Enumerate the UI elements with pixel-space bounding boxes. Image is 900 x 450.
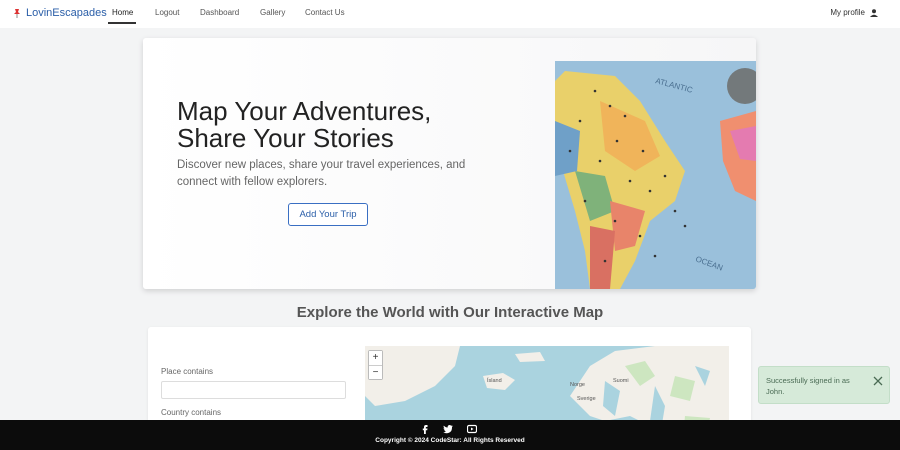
map-label-sweden: Sverige [577,396,596,402]
active-nav-indicator [108,22,136,24]
map-section-title: Explore the World with Our Interactive M… [296,304,604,321]
place-filter-input[interactable] [161,381,346,399]
pushpin-icon [14,9,20,18]
place-filter-label: Place contains [161,367,214,376]
nav-link-contact-us[interactable]: Contact Us [305,8,345,17]
footer: Copyright © 2024 CodeStar: All Rights Re… [0,420,900,450]
hero-title-line-1: Map Your Adventures, [177,96,432,126]
map-label-finland: Suomi [613,378,629,384]
copyright-text: Copyright © 2024 CodeStar: All Rights Re… [375,437,525,444]
add-your-trip-button[interactable]: Add Your Trip [288,203,368,226]
user-icon [870,8,878,17]
close-icon [873,376,883,386]
map-label-iceland: Ísland [487,378,502,384]
zoom-control: + − [368,350,383,380]
nav-link-logout[interactable]: Logout [155,8,179,17]
brand-logo[interactable]: LovinEscapades [12,7,107,19]
country-filter-label: Country contains [161,408,222,417]
toast-close-button[interactable] [873,374,883,386]
brand-name: LovinEscapades [26,7,107,19]
youtube-icon[interactable] [467,424,477,434]
nav-link-dashboard[interactable]: Dashboard [200,8,239,17]
navbar: LovinEscapades Home Logout Dashboard Gal… [0,0,900,28]
map-label-norway: Norge [570,382,585,388]
nav-link-home[interactable]: Home [112,8,133,17]
twitter-icon[interactable] [443,424,453,434]
hero-subtitle: Discover new places, share your travel e… [177,159,466,188]
nav-link-gallery[interactable]: Gallery [260,8,285,17]
toast-message: Successfully signed in as John. [766,376,850,396]
success-toast: Successfully signed in as John. [758,366,890,404]
zoom-in-button[interactable]: + [369,351,382,365]
facebook-icon[interactable] [420,424,430,434]
map-photo-illustration: ATLANTIC OCEAN [555,61,756,289]
world-map-photo: ATLANTIC OCEAN [555,61,756,289]
hero-card: Map Your Adventures, Share Your Stories … [143,38,756,289]
hero-title-line-2: Share Your Stories [177,123,394,153]
profile-label: My profile [830,8,865,17]
my-profile-link[interactable]: My profile [830,8,878,17]
hero-title: Map Your Adventures, Share Your Stories [177,98,507,152]
zoom-out-button[interactable]: − [369,365,382,379]
